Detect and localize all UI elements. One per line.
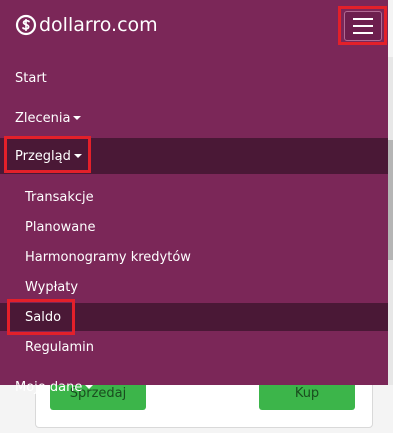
dollar-sign-icon: [15, 14, 37, 36]
menu-item-moje-dane[interactable]: Moje dane: [0, 375, 388, 399]
menu-subitem-transakcje[interactable]: Transakcje: [0, 184, 388, 210]
menu-item-moje-dane-label: Moje dane: [15, 379, 83, 395]
menu-subitem-harmonogramy-label: Harmonogramy kredytów: [25, 249, 191, 265]
caret-down-icon: [73, 116, 82, 120]
menu-item-start-label: Start: [15, 70, 47, 86]
menu-subitem-wyplaty[interactable]: Wypłaty: [0, 274, 388, 300]
menu-subitem-planowane[interactable]: Planowane: [0, 214, 388, 240]
nav-menu: Start Zlecenia Przegląd Transakcje Plano…: [0, 57, 388, 395]
menu-item-start[interactable]: Start: [0, 62, 388, 94]
menu-item-zlecenia[interactable]: Zlecenia: [0, 102, 388, 134]
caret-down-icon: [85, 385, 94, 389]
menu-subitem-regulamin[interactable]: Regulamin: [0, 334, 388, 360]
menu-subitem-harmonogramy[interactable]: Harmonogramy kredytów: [0, 244, 388, 270]
navbar: dollarro.com: [0, 0, 388, 57]
menu-subitem-wyplaty-label: Wypłaty: [25, 279, 79, 295]
menu-subitem-regulamin-label: Regulamin: [25, 339, 95, 355]
menu-scrollbar-thumb[interactable]: [388, 140, 393, 260]
menu-toggle-button[interactable]: [338, 6, 387, 45]
highlight-przeglad: [4, 136, 91, 173]
menu-item-zlecenia-label: Zlecenia: [15, 110, 71, 126]
menu-subitem-transakcje-label: Transakcje: [25, 189, 94, 205]
brand-logo[interactable]: dollarro.com: [15, 14, 158, 36]
highlight-saldo: [7, 299, 75, 335]
brand-name: dollarro.com: [39, 14, 158, 36]
menu-subitem-planowane-label: Planowane: [25, 219, 96, 235]
hamburger-menu-icon: [343, 10, 382, 41]
